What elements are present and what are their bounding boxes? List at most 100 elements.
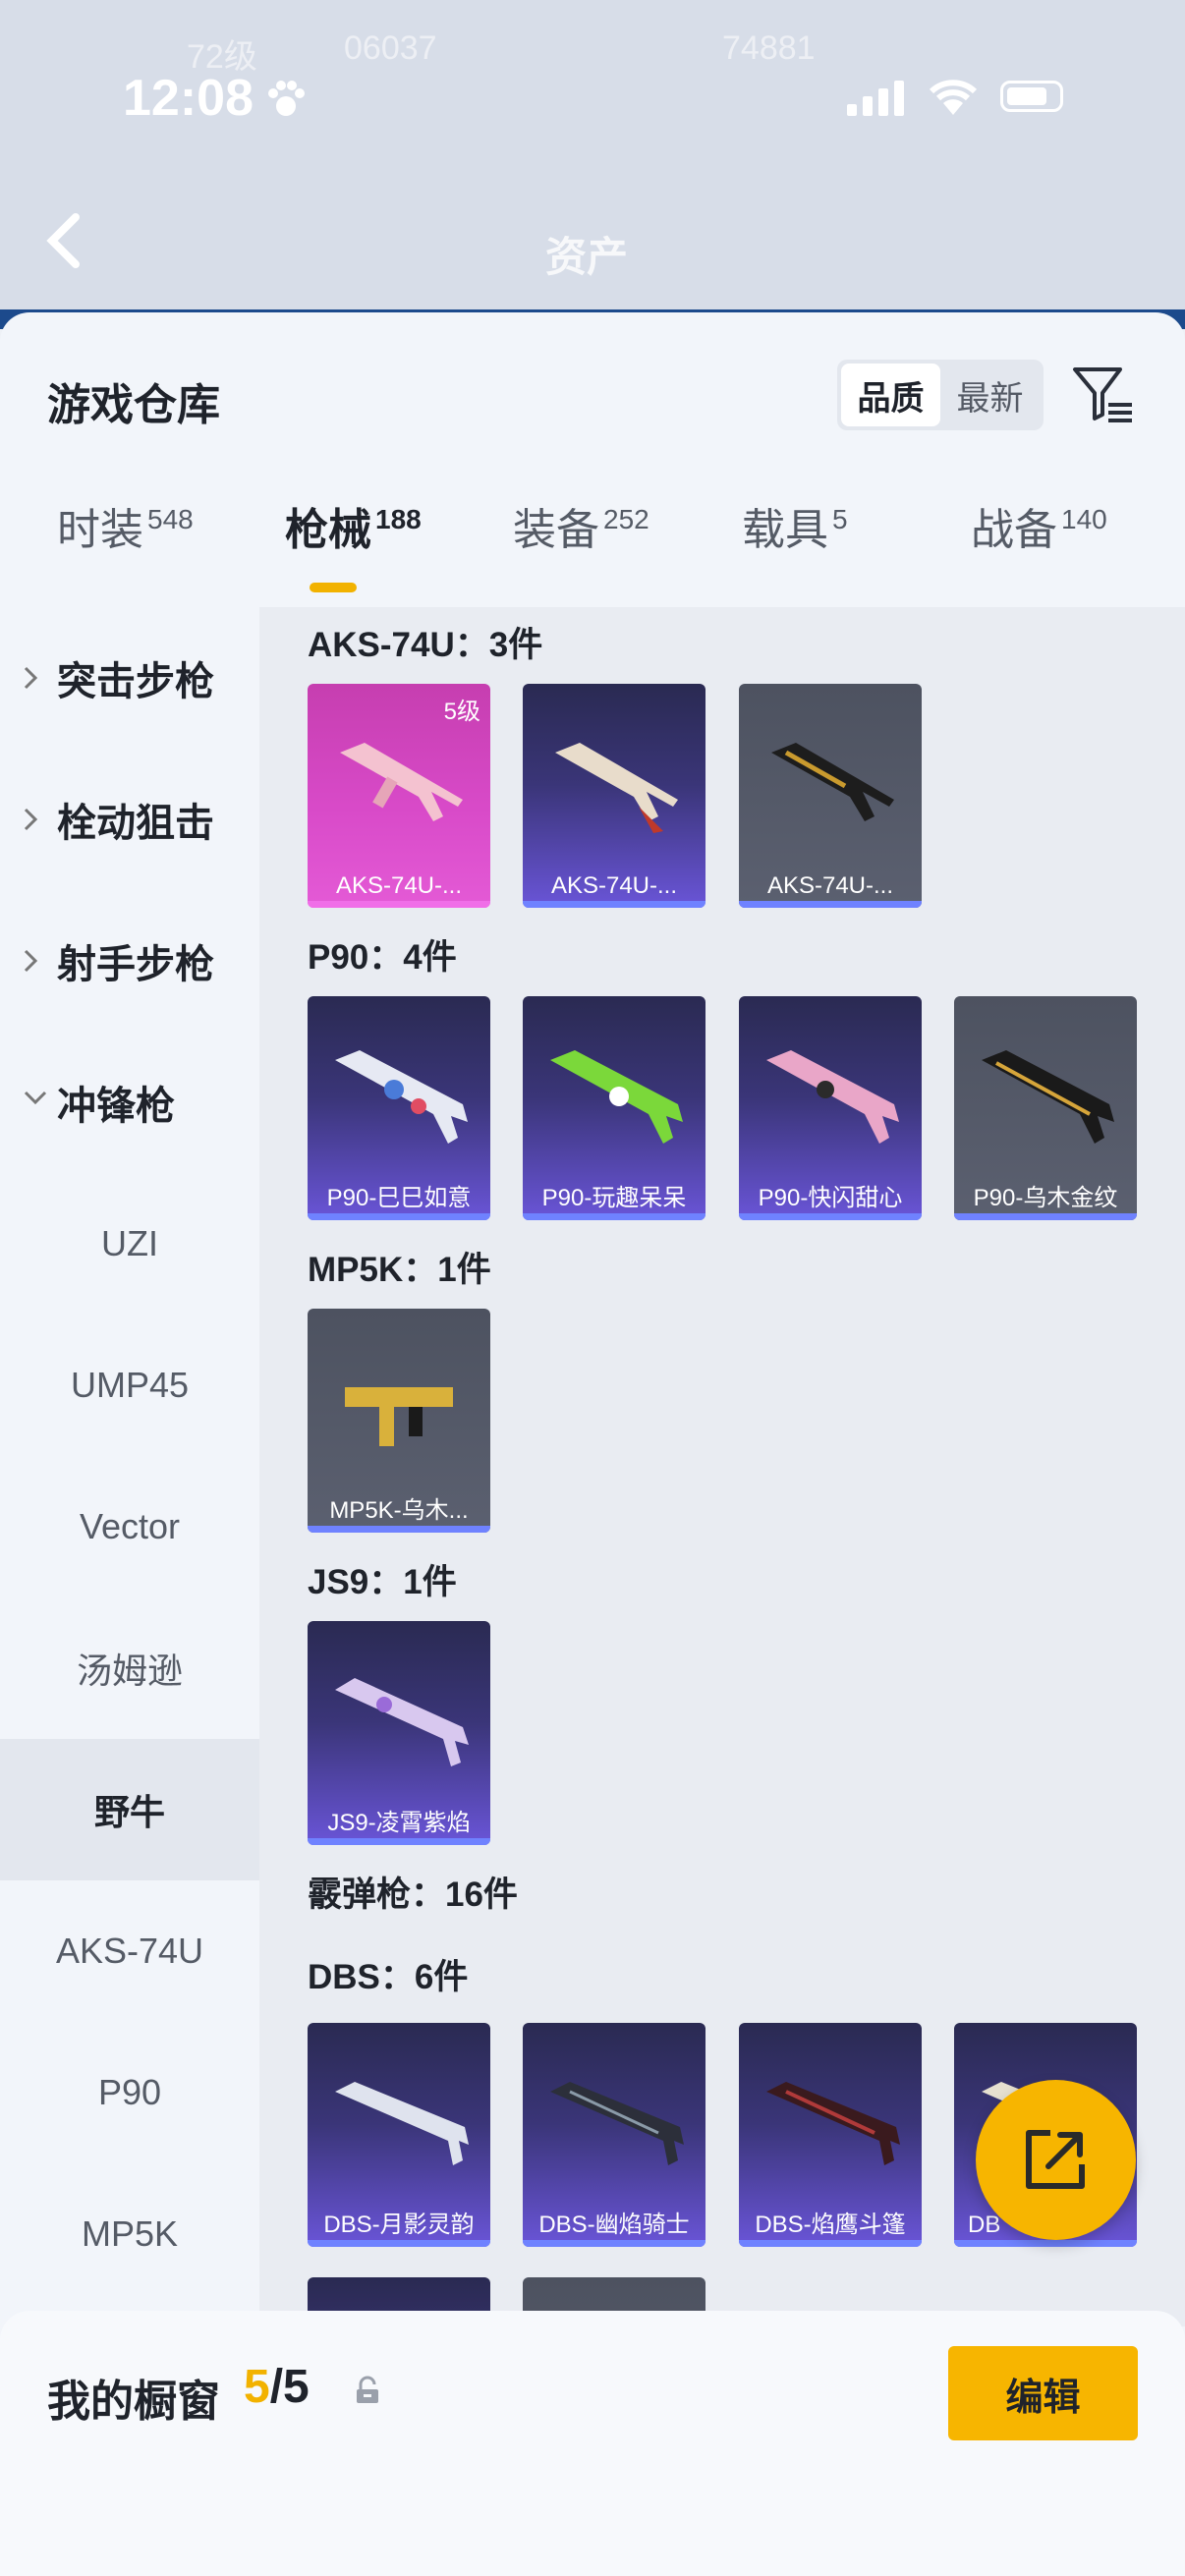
weapon-name: AKS-74U-... <box>550 872 678 899</box>
wifi-icon <box>929 80 978 115</box>
weapon-name: DBS-焰鹰斗篷 <box>755 2212 906 2238</box>
showcase-count: 5/5 <box>244 2360 310 2414</box>
shotgun-icon <box>766 2082 900 2165</box>
background-header: 72级 06037 74881 12:08 资产 <box>0 0 1185 324</box>
weapon-card[interactable]: P90-巳巳如意 <box>308 996 490 1220</box>
ghost-score: 06037 <box>344 29 437 67</box>
chevron-down-icon <box>24 1091 47 1105</box>
rarity-bar <box>739 901 922 908</box>
status-time: 12:08 <box>123 70 254 127</box>
subcategory-uzi[interactable]: UZI <box>0 1173 259 1315</box>
weapon-card[interactable]: AKS-74U-... <box>739 684 922 908</box>
filter-icon[interactable] <box>1071 362 1136 426</box>
weapon-card[interactable]: DBS-幽焰骑士 <box>523 2023 705 2247</box>
tab-count: 140 <box>1061 504 1107 534</box>
weapon-card[interactable]: MP5K-乌木... <box>308 1309 490 1533</box>
tab-count: 548 <box>147 504 194 534</box>
category-assault-rifle[interactable]: 突击步枪 <box>0 607 259 749</box>
weapon-category-list: 突击步枪 栓动狙击 射手步枪 冲锋枪 UZI UMP45 Vector 汤姆逊 … <box>0 607 259 2336</box>
ghost-score: 74881 <box>722 29 816 67</box>
weapon-name: MP5K-乌木... <box>329 1497 469 1524</box>
weapon-card[interactable]: P90-玩趣呆呆 <box>523 996 705 1220</box>
tab-vehicles[interactable]: 载具 5 <box>742 494 848 557</box>
category-bolt-sniper[interactable]: 栓动狙击 <box>0 749 259 890</box>
active-tab-indicator <box>310 583 357 592</box>
chevron-right-icon <box>24 808 38 831</box>
weapon-card[interactable]: DBS-焰鹰斗篷 <box>739 2023 922 2247</box>
weapon-name: JS9-凌霄紫焰 <box>327 1810 471 1836</box>
tab-label: 时装 <box>57 506 143 554</box>
back-chevron-icon[interactable] <box>44 211 84 270</box>
tab-label: 枪械 <box>285 506 371 554</box>
subcategory-ump45[interactable]: UMP45 <box>0 1315 259 1456</box>
weapon-name: P90-乌木金纹 <box>973 1185 1118 1211</box>
subcategory-p90[interactable]: P90 <box>0 2022 259 2163</box>
category-label: 冲锋枪 <box>57 1085 175 1128</box>
subcategory-aks74u[interactable]: AKS-74U <box>0 1880 259 2022</box>
battery-icon <box>1000 81 1063 112</box>
sort-option-newest[interactable]: 最新 <box>940 364 1040 426</box>
sort-toggle: 品质 最新 <box>837 360 1044 430</box>
subcategory-bizon[interactable]: 野牛 <box>0 1739 259 1880</box>
category-label: 射手步枪 <box>57 943 214 986</box>
tab-supplies[interactable]: 战备 140 <box>971 494 1107 557</box>
share-icon <box>1026 2130 1085 2189</box>
smg-icon <box>335 1678 469 1766</box>
tab-fashion[interactable]: 时装 548 <box>57 494 194 557</box>
tab-firearms[interactable]: 枪械 188 <box>285 494 422 557</box>
subcategory-vector[interactable]: Vector <box>0 1456 259 1597</box>
tab-count: 5 <box>832 504 848 534</box>
sort-option-quality[interactable]: 品质 <box>841 364 940 426</box>
rarity-bar <box>523 901 705 908</box>
rarity-bar <box>523 2240 705 2247</box>
chevron-right-icon <box>24 666 38 690</box>
weapon-card[interactable]: JS9-凌霄紫焰 <box>308 1621 490 1845</box>
showcase-count-current: 5 <box>244 2361 270 2413</box>
weapon-card[interactable]: P90-快闪甜心 <box>739 996 922 1220</box>
rifle-icon <box>771 743 894 821</box>
rarity-bar <box>308 1526 490 1533</box>
share-button[interactable] <box>976 2080 1136 2240</box>
rifle-icon <box>555 743 678 833</box>
lock-icon <box>357 2376 378 2403</box>
weapon-card[interactable]: DBS-月影灵韵 <box>308 2023 490 2247</box>
showcase-title: 我的橱窗 <box>47 2378 220 2426</box>
weapon-card[interactable]: P90-乌木金纹 <box>954 996 1137 1220</box>
weapon-card[interactable]: 5级 AKS-74U-... <box>308 684 490 908</box>
edit-button[interactable]: 编辑 <box>948 2346 1138 2440</box>
category-smg[interactable]: 冲锋枪 <box>0 1032 259 1173</box>
warehouse-sheet: 游戏仓库 品质 最新 时装 548 枪械 188 装备 252 载具 5 战备 140 突… <box>0 312 1185 2576</box>
shotgun-icon <box>335 2082 469 2165</box>
paw-icon <box>268 81 305 116</box>
rarity-bar <box>523 1213 705 1220</box>
showcase-panel: 我的橱窗 5/5 编辑 <box>0 2311 1185 2576</box>
rarity-bar <box>308 1213 490 1220</box>
section-title: 霰弹枪：16件 <box>308 1876 518 1914</box>
section-title: DBS：6件 <box>308 1958 469 1996</box>
tab-count: 188 <box>375 504 422 534</box>
category-label: 栓动狙击 <box>57 802 214 845</box>
weapon-name: P90-快闪甜心 <box>758 1185 903 1211</box>
shotgun-icon <box>550 2082 684 2165</box>
showcase-count-total: /5 <box>269 2361 310 2413</box>
section-title: MP5K：1件 <box>308 1251 491 1289</box>
weapon-name: DBS-月影灵韵 <box>323 2212 475 2238</box>
rarity-bar <box>954 1213 1137 1220</box>
tab-equipment[interactable]: 装备 252 <box>513 494 649 557</box>
smg-icon <box>550 1050 683 1144</box>
rifle-icon <box>340 743 463 821</box>
rarity-bar <box>954 2240 1137 2247</box>
weapon-card[interactable]: AKS-74U-... <box>523 684 705 908</box>
section-title: JS9：1件 <box>308 1563 457 1601</box>
rarity-bar <box>739 2240 922 2247</box>
category-marksman-rifle[interactable]: 射手步枪 <box>0 890 259 1032</box>
weapon-name: DBS-幽焰骑士 <box>538 2212 690 2238</box>
rarity-bar <box>739 1213 922 1220</box>
smg-icon <box>982 1050 1114 1144</box>
sheet-title: 游戏仓库 <box>47 381 220 429</box>
rarity-bar <box>308 901 490 908</box>
subcategory-thompson[interactable]: 汤姆逊 <box>0 1597 259 1739</box>
weapon-grid: AKS-74U：3件 5级 AKS-74U-... AKS-74U-... AK… <box>259 607 1185 2326</box>
subcategory-mp5k[interactable]: MP5K <box>0 2163 259 2305</box>
rarity-bar <box>308 2240 490 2247</box>
